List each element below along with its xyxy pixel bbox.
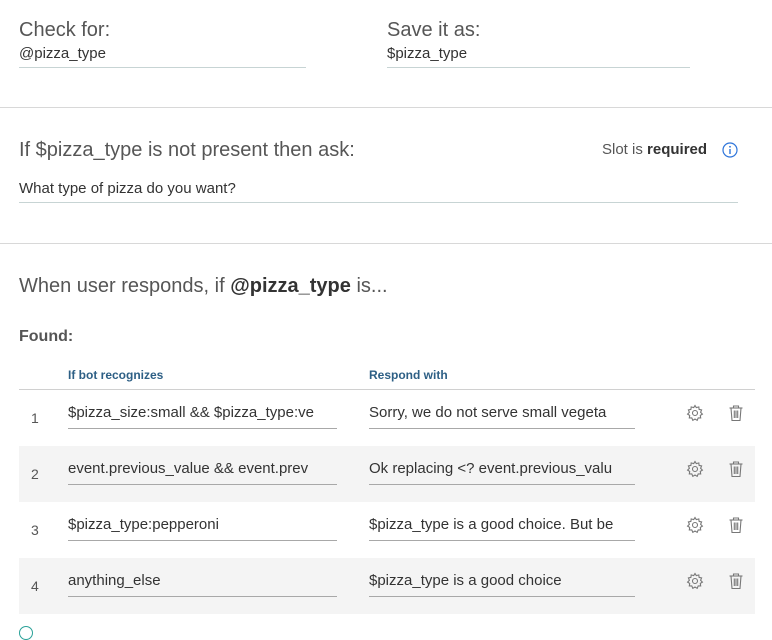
section-divider: [0, 243, 772, 244]
trash-icon[interactable]: [727, 572, 745, 590]
gear-icon[interactable]: [686, 572, 704, 590]
save-as-label: Save it as:: [387, 19, 481, 41]
row-number: 4: [31, 578, 39, 594]
row-number: 2: [31, 466, 39, 482]
response-input[interactable]: Sorry, we do not serve small vegeta: [369, 402, 635, 429]
check-for-input[interactable]: @pizza_type: [19, 45, 306, 68]
condition-input[interactable]: $pizza_type:pepperoni: [68, 514, 337, 541]
info-icon[interactable]: [722, 142, 738, 158]
column-header-respond: Respond with: [369, 368, 448, 382]
save-as-input[interactable]: $pizza_type: [387, 45, 690, 68]
condition-input[interactable]: event.previous_value && event.prev: [68, 458, 337, 485]
table-row: 2 event.previous_value && event.prev Ok …: [19, 446, 755, 502]
column-header-recognizes: If bot recognizes: [68, 368, 164, 382]
trash-icon[interactable]: [727, 460, 745, 478]
table-row: 3 $pizza_type:pepperoni $pizza_type is a…: [19, 502, 755, 558]
slot-prefix: Slot is: [602, 141, 643, 158]
table-row: 4 anything_else $pizza_type is a good ch…: [19, 558, 755, 614]
condition-input[interactable]: anything_else: [68, 570, 337, 597]
gear-icon[interactable]: [686, 404, 704, 422]
prompt-label: If $pizza_type is not present then ask:: [19, 139, 355, 161]
section-divider: [0, 107, 772, 108]
found-label: Found:: [19, 328, 74, 345]
responds-heading: When user responds, if @pizza_type is...: [19, 275, 388, 298]
slot-status: required: [647, 141, 708, 158]
trash-icon[interactable]: [727, 516, 745, 534]
responds-suffix: is...: [356, 275, 388, 297]
condition-input[interactable]: $pizza_size:small && $pizza_type:ve: [68, 402, 337, 429]
table-row: 1 $pizza_size:small && $pizza_type:ve So…: [19, 390, 755, 446]
response-input[interactable]: Ok replacing <? event.previous_valu: [369, 458, 635, 485]
slot-required-status: Slot is required: [602, 141, 707, 158]
response-input[interactable]: $pizza_type is a good choice. But be: [369, 514, 635, 541]
check-for-label: Check for:: [19, 19, 111, 41]
response-input[interactable]: $pizza_type is a good choice: [369, 570, 635, 597]
row-number: 1: [31, 410, 39, 426]
responds-prefix: When user responds, if: [19, 275, 225, 297]
prompt-input[interactable]: What type of pizza do you want?: [19, 180, 738, 203]
add-row-icon[interactable]: [19, 626, 33, 640]
trash-icon[interactable]: [727, 404, 745, 422]
gear-icon[interactable]: [686, 516, 704, 534]
responds-entity: @pizza_type: [230, 275, 351, 297]
gear-icon[interactable]: [686, 460, 704, 478]
row-number: 3: [31, 522, 39, 538]
